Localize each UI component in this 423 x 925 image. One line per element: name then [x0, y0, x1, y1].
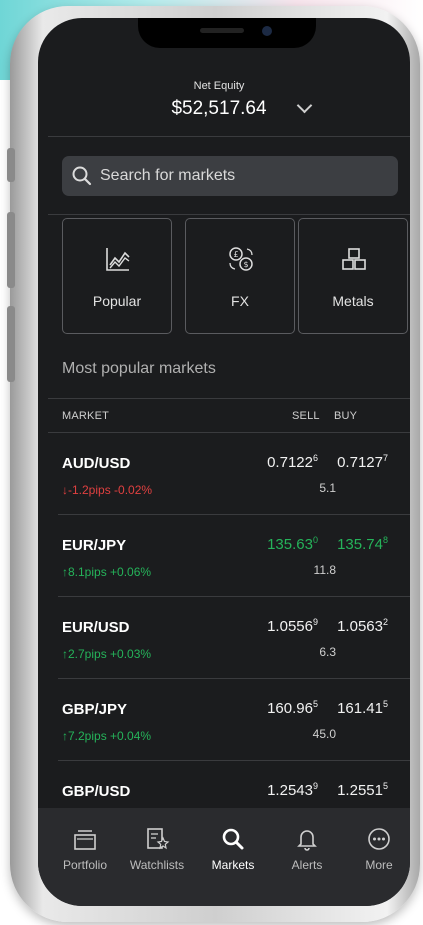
tab-label: Portfolio: [62, 858, 108, 872]
tab-more[interactable]: More: [342, 826, 410, 872]
search-placeholder: Search for markets: [100, 167, 236, 184]
spread-value: 6.3: [319, 645, 336, 659]
category-label: Metals: [332, 293, 374, 309]
bottom-tab-bar: Portfolio Watchlists Markets Alerts More: [38, 808, 410, 906]
search-icon: [222, 828, 244, 850]
market-symbol: EUR/USD: [62, 619, 130, 636]
market-change: ↑8.1pips +0.06%: [62, 565, 152, 579]
sell-price[interactable]: 135.630: [267, 535, 318, 553]
sell-price[interactable]: 160.965: [267, 699, 318, 717]
category-label: FX: [231, 293, 249, 309]
column-header-buy: BUY: [334, 410, 358, 422]
equity-label: Net Equity: [193, 80, 245, 92]
category-metals[interactable]: Metals: [298, 218, 408, 334]
header-divider: [48, 136, 410, 137]
tab-label: Watchlists: [129, 858, 185, 872]
spread-value: 5.1: [319, 481, 336, 495]
market-symbol: GBP/USD: [62, 783, 131, 800]
metal-bars-icon: [342, 248, 366, 270]
buy-price[interactable]: 1.05632: [337, 617, 388, 635]
net-equity-header[interactable]: Net Equity $52,517.64: [38, 80, 410, 120]
sell-price[interactable]: 1.25439: [267, 781, 318, 799]
market-row-eur-usd[interactable]: EUR/USD ↑2.7pips +0.03% 1.05569 1.05632 …: [48, 597, 410, 679]
buy-price[interactable]: 135.748: [337, 535, 388, 553]
column-header-market: MARKET: [62, 410, 110, 422]
volume-up-button: [7, 212, 15, 288]
chart-line-icon: [106, 248, 130, 271]
column-header-sell: SELL: [292, 410, 320, 422]
buy-price[interactable]: 1.25515: [337, 781, 388, 799]
tab-label: Markets: [211, 858, 255, 872]
market-symbol: GBP/JPY: [62, 701, 128, 718]
market-row-aud-usd[interactable]: AUD/USD ↓-1.2pips -0.02% 0.71226 0.71277…: [48, 433, 410, 515]
market-change: ↑2.7pips +0.03%: [62, 647, 152, 661]
tab-portfolio[interactable]: Portfolio: [48, 826, 122, 872]
buy-price[interactable]: 161.415: [337, 699, 388, 717]
category-label: Popular: [92, 293, 142, 309]
tab-label: Alerts: [291, 858, 323, 872]
section-divider: [48, 398, 410, 399]
speaker-grille: [200, 28, 244, 33]
sell-price[interactable]: 0.71226: [267, 453, 318, 471]
buy-price[interactable]: 0.71277: [337, 453, 388, 471]
search-divider: [48, 214, 410, 215]
more-icon: [368, 828, 390, 850]
svg-text:$: $: [243, 260, 248, 269]
market-change: ↑7.2pips +0.04%: [62, 729, 152, 743]
mute-switch: [7, 148, 15, 182]
spread-value: 11.8: [313, 563, 336, 577]
tab-watchlists[interactable]: Watchlists: [120, 826, 194, 872]
tab-label: More: [365, 858, 393, 872]
bell-icon: [297, 830, 317, 851]
search-icon: [72, 166, 92, 186]
spread-value: 45.0: [312, 727, 336, 741]
equity-value: $52,517.64: [171, 98, 267, 119]
portfolio-icon: [74, 830, 96, 850]
tab-alerts[interactable]: Alerts: [270, 826, 344, 872]
market-change: ↓-1.2pips -0.02%: [62, 483, 153, 497]
market-row-eur-jpy[interactable]: EUR/JPY ↑8.1pips +0.06% 135.630 135.748 …: [48, 515, 410, 597]
phone-notch: [138, 18, 316, 48]
svg-text:£: £: [233, 250, 238, 259]
volume-down-button: [7, 306, 15, 382]
category-fx[interactable]: £ $ FX: [185, 218, 295, 334]
sell-price[interactable]: 1.05569: [267, 617, 318, 635]
section-title: Most popular markets: [62, 360, 216, 377]
market-symbol: AUD/USD: [62, 455, 131, 472]
market-symbol: EUR/JPY: [62, 537, 127, 554]
category-popular[interactable]: Popular: [62, 218, 172, 334]
search-input[interactable]: Search for markets: [62, 156, 398, 196]
tab-markets[interactable]: Markets: [196, 826, 270, 872]
front-camera: [262, 26, 272, 36]
app-screen: Net Equity $52,517.64 Search for markets…: [38, 18, 410, 906]
watchlist-icon: [147, 828, 170, 850]
currency-exchange-icon: £ $: [229, 247, 253, 271]
market-row-gbp-jpy[interactable]: GBP/JPY ↑7.2pips +0.04% 160.965 161.415 …: [48, 679, 410, 761]
